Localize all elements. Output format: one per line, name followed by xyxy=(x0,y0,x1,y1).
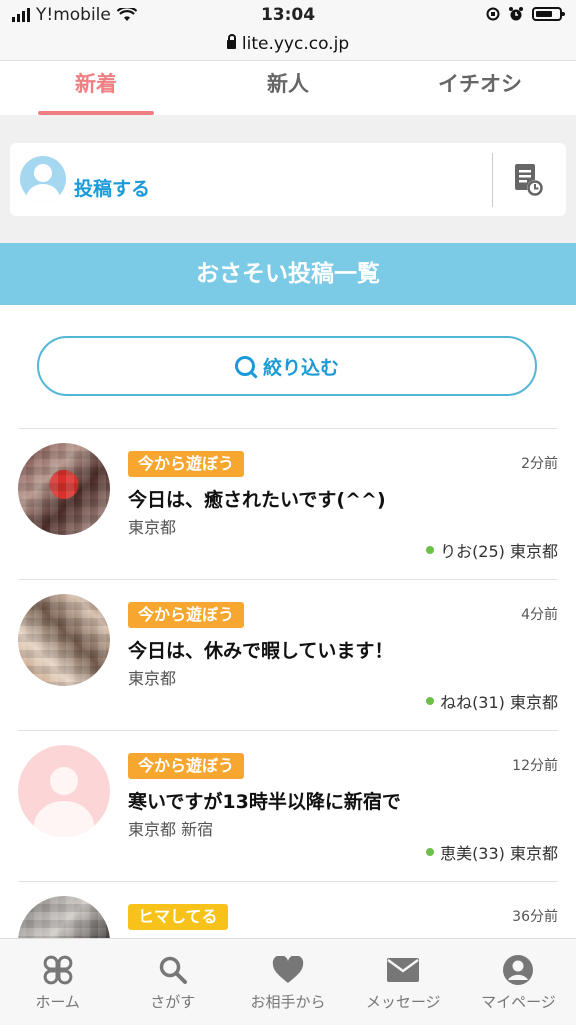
list-item[interactable]: 今から遊ぼう 12分前 寒いですが13時半以降に新宿で 東京都 新宿 恵美(33… xyxy=(18,730,558,881)
default-avatar-icon xyxy=(18,745,110,837)
nav-mypage[interactable]: マイページ xyxy=(461,939,576,1025)
user-photo xyxy=(18,443,110,535)
section-banner: おさそい投稿一覧 xyxy=(0,243,576,305)
lock-icon xyxy=(226,34,236,49)
post-area: 東京都 xyxy=(128,518,177,537)
user-circle-icon xyxy=(503,955,534,985)
tab-bar: 新着 新人 イチオシ xyxy=(0,61,576,115)
post-area: 東京都 新宿 xyxy=(128,820,214,839)
post-title: 寒いですが13時半以降に新宿で xyxy=(128,791,401,813)
post-tag: ヒマしてる xyxy=(128,904,228,930)
avatar[interactable] xyxy=(20,156,66,202)
post-title: 今日は、休みで暇しています！ xyxy=(128,640,394,662)
tab-newcomer[interactable]: 新人 xyxy=(192,61,384,115)
post-history-icon[interactable] xyxy=(514,163,544,197)
post-user: 恵美(33) 東京都 xyxy=(426,840,558,864)
nav-label: マイページ xyxy=(481,993,556,1011)
nav-label: メッセージ xyxy=(365,993,441,1011)
online-dot-icon xyxy=(426,697,435,705)
nav-label: ホーム xyxy=(35,993,80,1011)
post-area: 東京都 xyxy=(128,669,177,688)
search-icon xyxy=(234,356,255,376)
post-tag: 今から遊ぼう xyxy=(128,451,245,477)
filter-button[interactable]: 絞り込む xyxy=(37,336,537,396)
post-tag: 今から遊ぼう xyxy=(128,602,245,628)
search-icon xyxy=(159,956,187,984)
user-photo xyxy=(18,594,110,686)
post-user: ねね(31) 東京都 xyxy=(426,689,558,713)
alarm-icon xyxy=(509,7,523,21)
nav-label: お相手から xyxy=(250,993,326,1011)
post-time: 2分前 xyxy=(521,456,558,472)
tab-new[interactable]: 新着 xyxy=(0,61,192,115)
url-text: lite.yyc.co.jp xyxy=(241,34,350,54)
address-bar[interactable]: lite.yyc.co.jp xyxy=(0,30,576,61)
post-title: 今日は、癒されたいです(^^) xyxy=(128,489,386,511)
mail-icon xyxy=(387,958,420,982)
post-tag: 今から遊ぼう xyxy=(128,753,245,779)
clover-icon xyxy=(43,955,72,985)
online-dot-icon xyxy=(426,546,435,554)
post-time: 36分前 xyxy=(512,909,558,925)
heart-icon xyxy=(272,956,304,983)
bottom-nav: ホーム さがす お相手から メッセージ マイページ xyxy=(0,938,576,1025)
divider xyxy=(492,153,493,207)
nav-from-partner[interactable]: お相手から xyxy=(230,939,345,1025)
list-item[interactable]: 今から遊ぼう 2分前 今日は、癒されたいです(^^) 東京都 りお(25) 東京… xyxy=(18,428,558,579)
post-button[interactable]: 投稿する xyxy=(74,174,150,201)
status-bar: Y!mobile 13:04 xyxy=(0,0,576,30)
filter-label: 絞り込む xyxy=(262,356,339,379)
post-time: 12分前 xyxy=(512,758,558,774)
post-card: 投稿する xyxy=(10,143,566,216)
list-item[interactable]: 今から遊ぼう 4分前 今日は、休みで暇しています！ 東京都 ねね(31) 東京都 xyxy=(18,579,558,730)
nav-home[interactable]: ホーム xyxy=(0,939,115,1025)
user-info: りお(25) 東京都 xyxy=(440,542,558,561)
battery-icon xyxy=(532,7,565,21)
nav-message[interactable]: メッセージ xyxy=(346,939,461,1025)
user-info: 恵美(33) 東京都 xyxy=(440,844,558,863)
nav-label: さがす xyxy=(150,993,196,1011)
user-info: ねね(31) 東京都 xyxy=(440,693,558,712)
post-time: 4分前 xyxy=(521,607,558,623)
post-user: りお(25) 東京都 xyxy=(426,538,558,562)
orientation-lock-icon xyxy=(486,7,500,21)
online-dot-icon xyxy=(426,848,435,856)
nav-search[interactable]: さがす xyxy=(115,939,230,1025)
tab-recommended[interactable]: イチオシ xyxy=(384,61,576,115)
